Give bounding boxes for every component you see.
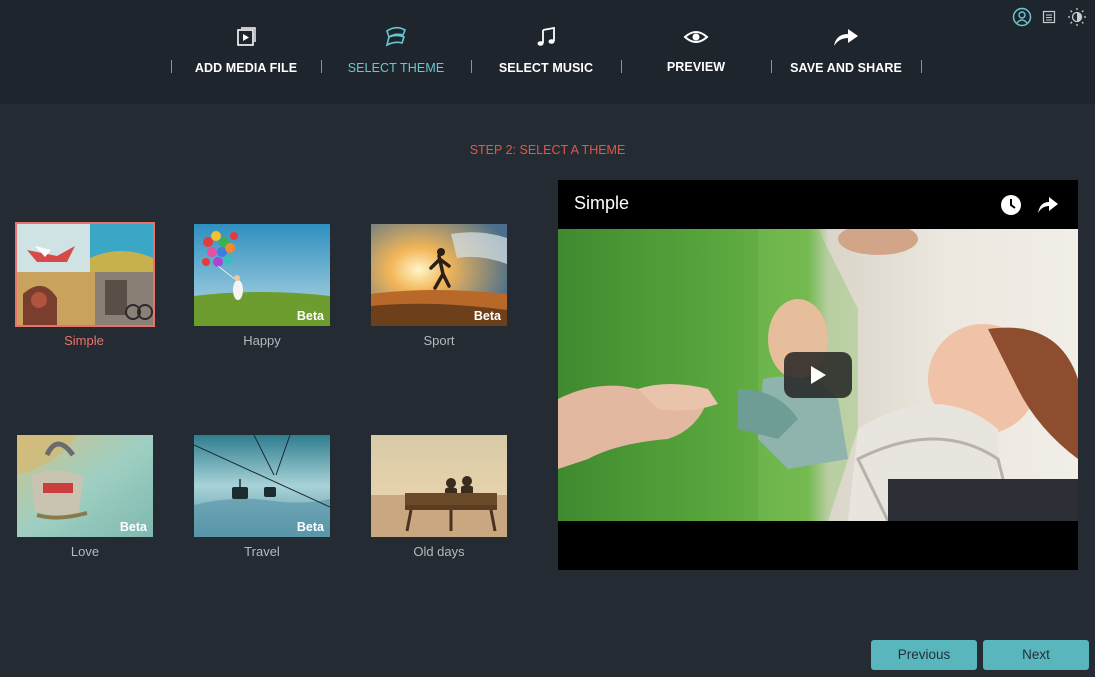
step-label: SELECT MUSIC	[498, 61, 594, 75]
theme-name: Travel	[244, 544, 280, 559]
step-add-media-file[interactable]: ADD MEDIA FILE	[171, 22, 321, 75]
play-icon	[811, 366, 826, 384]
account-icon[interactable]	[1011, 6, 1033, 28]
beta-badge: Beta	[297, 309, 325, 323]
separator	[471, 60, 472, 73]
step-label: ADD MEDIA FILE	[194, 61, 298, 75]
theme-travel[interactable]: Beta Travel	[193, 434, 331, 559]
step-label: SAVE AND SHARE	[790, 61, 902, 75]
theme-thumbnail	[15, 222, 155, 327]
share-arrow-icon	[771, 22, 921, 52]
previous-button[interactable]: Previous	[871, 640, 977, 670]
theme-love[interactable]: Beta Love	[16, 434, 154, 559]
theme-happy[interactable]: Beta Happy	[193, 223, 331, 348]
play-button[interactable]	[784, 352, 852, 398]
beta-badge: Beta	[120, 520, 148, 534]
separator	[321, 60, 322, 73]
step-preview[interactable]: PREVIEW	[621, 22, 771, 74]
step-label: PREVIEW	[666, 60, 726, 74]
theme-name: Old days	[413, 544, 465, 559]
menu-icon[interactable]	[1038, 6, 1060, 28]
theme-thumbnail: Beta	[193, 434, 331, 538]
preview-title: Simple	[574, 193, 630, 213]
separator	[621, 60, 622, 73]
step-heading: STEP 2: SELECT A THEME	[469, 143, 626, 157]
theme-thumbnail: Beta	[370, 223, 508, 327]
step-label: SELECT THEME	[347, 61, 445, 75]
beta-badge: Beta	[297, 520, 325, 534]
theme-name: Love	[70, 544, 100, 559]
top-toolbar: ADD MEDIA FILE SELECT THEME SELECT MUSIC…	[0, 0, 1095, 104]
theme-name: Simple	[64, 333, 104, 348]
clock-icon[interactable]	[1000, 194, 1022, 216]
theme-name: Happy	[243, 333, 281, 348]
theme-sport[interactable]: Beta Sport	[370, 223, 508, 348]
share-icon[interactable]	[1036, 194, 1060, 216]
brightness-icon[interactable]	[1066, 6, 1088, 28]
beta-badge: Beta	[474, 309, 502, 323]
add-media-icon	[171, 22, 321, 52]
theme-name: Sport	[423, 333, 455, 348]
music-note-icon	[471, 22, 621, 52]
theme-icon	[321, 22, 471, 52]
theme-thumbnail	[370, 434, 508, 538]
step-select-theme[interactable]: SELECT THEME	[321, 22, 471, 75]
step-save-and-share[interactable]: SAVE AND SHARE	[771, 22, 921, 75]
theme-old-days[interactable]: Old days	[370, 434, 508, 559]
separator	[771, 60, 772, 73]
video-preview: Simple	[558, 180, 1078, 570]
theme-thumbnail: Beta	[16, 434, 154, 538]
theme-thumbnail: Beta	[193, 223, 331, 327]
separator	[171, 60, 172, 73]
theme-simple[interactable]: Simple	[15, 222, 155, 348]
separator	[921, 60, 922, 73]
eye-icon	[621, 22, 771, 52]
step-select-music[interactable]: SELECT MUSIC	[471, 22, 621, 75]
next-button[interactable]: Next	[983, 640, 1089, 670]
video-frame[interactable]	[558, 229, 1078, 521]
